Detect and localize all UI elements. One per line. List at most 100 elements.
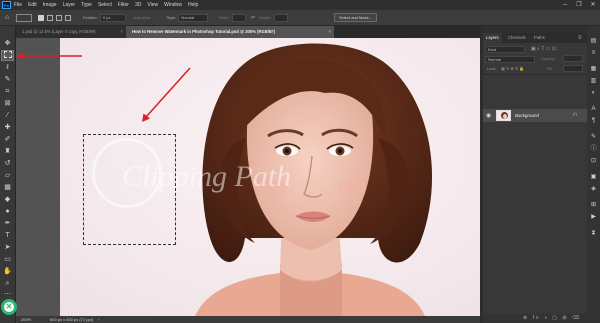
document-canvas[interactable]: Clipping Path: [60, 38, 480, 316]
swap-icon[interactable]: ⇄: [251, 15, 255, 21]
lasso-tool-icon[interactable]: ℓ: [2, 63, 13, 72]
restore-button[interactable]: ❐: [572, 0, 586, 10]
feather-label: Feather:: [83, 15, 98, 20]
swatches-icon[interactable]: ▥: [590, 78, 597, 85]
menu-select[interactable]: Select: [98, 2, 112, 8]
type-tool-icon[interactable]: T: [2, 231, 13, 240]
photoshop-logo: Ps: [2, 1, 11, 9]
lock-icons[interactable]: ▦ ✎ ✥ ⊡ 🔒: [501, 66, 524, 71]
filter-icons[interactable]: ▣ ◐ T ▭ ⊡: [531, 46, 556, 52]
blend-mode-select[interactable]: Normal: [485, 56, 535, 63]
width-label: Width:: [218, 15, 230, 20]
history-icon[interactable]: ▤: [590, 38, 597, 45]
menu-help[interactable]: Help: [188, 2, 198, 8]
close-window-button[interactable]: ✕: [586, 0, 600, 10]
feather-input[interactable]: 0 px: [99, 13, 126, 22]
menu-view[interactable]: View: [147, 2, 158, 8]
menu-image[interactable]: Image: [43, 2, 57, 8]
healing-brush-tool-icon[interactable]: ✚: [2, 123, 13, 132]
zoom-level[interactable]: 200%: [21, 316, 31, 323]
document-size: 600 px x 600 px (72 ppi): [50, 317, 93, 322]
menu-3d[interactable]: 3D: [135, 2, 141, 8]
opacity-input[interactable]: [563, 55, 583, 62]
home-icon[interactable]: ⌂: [0, 14, 14, 21]
menu-layer[interactable]: Layer: [63, 2, 76, 8]
layer-thumbnail: [496, 110, 511, 121]
layer-row-background[interactable]: ◉ Background ⊓: [483, 109, 587, 122]
close-badge[interactable]: ✕: [1, 299, 17, 315]
tab-channels[interactable]: Channels: [505, 33, 529, 43]
move-tool-icon[interactable]: ✥: [2, 39, 13, 48]
document-tab-bar: 1.psd @ 12.5% (Layer 0 copy, RGB/8#) × H…: [16, 26, 480, 38]
tab-layers[interactable]: Layers: [483, 33, 502, 43]
width-input[interactable]: [231, 13, 246, 22]
hand-tool-icon[interactable]: ✋: [2, 267, 13, 276]
libraries-icon[interactable]: ▣: [590, 174, 597, 181]
timeline-icon[interactable]: ⧗: [590, 230, 597, 237]
menu-bar: Ps File Edit Image Layer Type Select Fil…: [0, 0, 600, 10]
menu-filter[interactable]: Filter: [118, 2, 129, 8]
more-tools-icon[interactable]: ⋯: [2, 290, 13, 299]
crop-tool-icon[interactable]: ⌗: [2, 87, 13, 96]
tab-document-1[interactable]: 1.psd @ 12.5% (Layer 0 copy, RGB/8#) ×: [16, 26, 126, 38]
eraser-tool-icon[interactable]: ▱: [2, 171, 13, 180]
menu-file[interactable]: File: [14, 2, 22, 8]
path-selection-tool-icon[interactable]: ➤: [2, 243, 13, 252]
adjustments-icon[interactable]: ◐: [590, 90, 597, 97]
add-selection-icon[interactable]: [47, 14, 53, 21]
tab-document-2[interactable]: How to Remove Watermark in Photoshop Tut…: [126, 26, 334, 38]
new-selection-icon[interactable]: [38, 14, 44, 21]
eyedropper-tool-icon[interactable]: ⁄: [2, 111, 13, 120]
panel-menu-icon[interactable]: ≡: [575, 33, 585, 43]
pen-tool-icon[interactable]: ✒: [2, 219, 13, 228]
fill-label: Fill:: [547, 66, 554, 71]
brush-tool-icon[interactable]: ✐: [2, 135, 13, 144]
actions-icon[interactable]: ▶: [590, 214, 597, 221]
dodge-tool-icon[interactable]: ●: [2, 207, 13, 216]
tab-close-icon[interactable]: ×: [121, 26, 123, 38]
glyphs-icon[interactable]: ⊞: [590, 202, 597, 209]
antialias-label[interactable]: Anti-alias: [134, 15, 150, 20]
navigator-icon[interactable]: ⊡: [590, 158, 597, 165]
zoom-tool-icon[interactable]: ⌕: [2, 279, 13, 288]
marquee-preset-icon[interactable]: [16, 13, 32, 22]
color-icon[interactable]: ▦: [590, 66, 597, 73]
layer-action-icons[interactable]: ⊗ fx ◑ ▢ ⊞ ⌫: [523, 315, 581, 321]
blur-tool-icon[interactable]: ◆: [2, 195, 13, 204]
style-select[interactable]: Normal: [178, 13, 209, 22]
clone-stamp-tool-icon[interactable]: ♜: [2, 147, 13, 156]
kind-filter-select[interactable]: Kind: [485, 46, 525, 53]
info-icon[interactable]: ⓘ: [590, 146, 597, 153]
paragraph-icon[interactable]: ¶: [590, 118, 597, 125]
rectangular-marquee-tool-icon[interactable]: [1, 50, 14, 61]
status-arrow-icon[interactable]: ›: [98, 316, 99, 323]
brushes-icon[interactable]: ✎: [590, 134, 597, 141]
subtract-selection-icon[interactable]: [56, 14, 62, 21]
menu-edit[interactable]: Edit: [28, 2, 37, 8]
tab-paths[interactable]: Paths: [531, 33, 548, 43]
minimize-button[interactable]: ─: [558, 0, 572, 10]
gradient-tool-icon[interactable]: ▦: [2, 183, 13, 192]
quick-selection-tool-icon[interactable]: ✎: [2, 75, 13, 84]
menu-type[interactable]: Type: [81, 2, 92, 8]
select-and-mask-button[interactable]: Select and Mask...: [334, 13, 377, 22]
intersect-selection-icon[interactable]: [65, 14, 71, 21]
panel-tab-bar: Layers Channels Paths ≡: [483, 33, 587, 43]
height-input[interactable]: [273, 13, 288, 22]
panel-header: [483, 26, 587, 33]
styles-icon[interactable]: ◈: [590, 186, 597, 193]
tab-close-icon[interactable]: ×: [329, 26, 331, 38]
divider: [483, 74, 587, 75]
visibility-eye-icon[interactable]: ◉: [486, 112, 491, 119]
rectangle-tool-icon[interactable]: ▭: [2, 255, 13, 264]
menu-window[interactable]: Window: [164, 2, 182, 8]
history-brush-tool-icon[interactable]: ↺: [2, 159, 13, 168]
height-label: Height:: [258, 15, 272, 20]
status-bar: 200% 600 px x 600 px (72 ppi) ›: [16, 316, 480, 323]
fill-input[interactable]: [563, 65, 583, 72]
style-label: Style:: [166, 15, 177, 20]
layers-panel-footer: ⊗ fx ◑ ▢ ⊞ ⌫: [483, 314, 587, 323]
character-icon[interactable]: A: [590, 106, 597, 113]
frame-tool-icon[interactable]: ⊠: [2, 99, 13, 108]
properties-icon[interactable]: ≡: [590, 50, 597, 57]
